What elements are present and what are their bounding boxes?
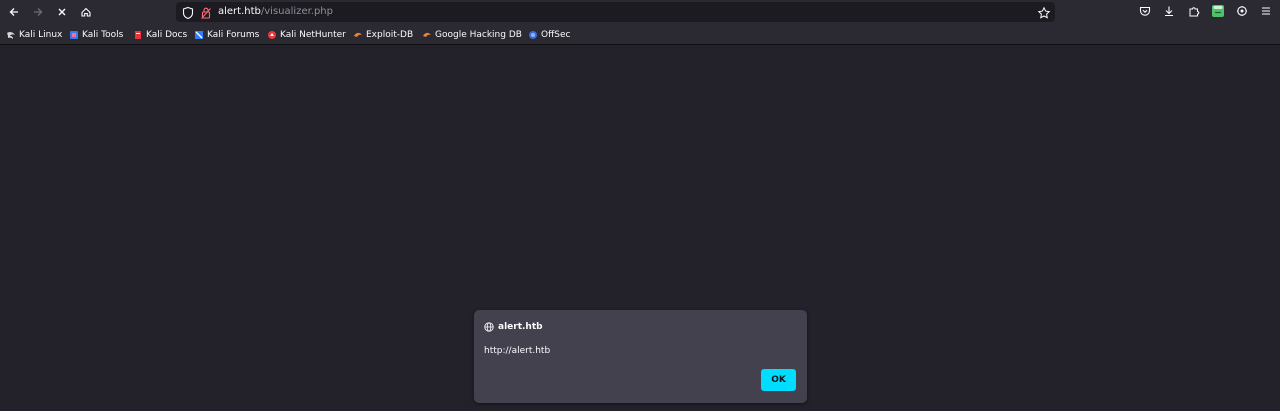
bookmark-kali-docs[interactable]: Kali Docs xyxy=(133,28,187,42)
bookmark-kali-tools[interactable]: Kali Tools xyxy=(69,28,123,42)
address-bar[interactable]: alert.htb/visualizer.php xyxy=(176,2,1055,22)
bookmark-kali-forums[interactable]: Kali Forums xyxy=(194,28,259,42)
kali-dragon-icon xyxy=(6,30,16,40)
exploit-db-icon xyxy=(353,30,363,40)
kali-tools-icon xyxy=(69,30,79,40)
forward-arrow-icon[interactable] xyxy=(29,3,47,21)
globe-icon xyxy=(484,321,494,332)
offsec-icon xyxy=(528,30,538,40)
browser-toolbar: alert.htb/visualizer.php xyxy=(0,0,1280,24)
extensions-puzzle-icon[interactable] xyxy=(1186,3,1202,19)
bookmark-label: Kali NetHunter xyxy=(280,30,346,40)
pocket-icon[interactable] xyxy=(1137,3,1153,19)
kali-forums-icon xyxy=(194,30,204,40)
bookmark-star-icon[interactable] xyxy=(1037,5,1051,24)
bookmark-label: Exploit-DB xyxy=(366,30,414,40)
bookmark-label: OffSec xyxy=(541,30,571,40)
tracking-protection-shield-icon[interactable] xyxy=(182,5,194,24)
settings-extension-icon[interactable] xyxy=(1234,3,1250,19)
bookmark-label: Kali Tools xyxy=(82,30,124,40)
dialog-title-text: alert.htb xyxy=(498,321,543,332)
bookmark-label: Google Hacking DB xyxy=(435,30,522,40)
url-host: alert.htb xyxy=(218,6,261,17)
dialog-title: alert.htb xyxy=(484,320,543,333)
bookmark-kali-nethunter[interactable]: Kali NetHunter xyxy=(267,28,346,42)
stop-loading-icon[interactable] xyxy=(53,3,71,21)
bookmark-label: Kali Linux xyxy=(19,30,63,40)
ok-button[interactable]: OK xyxy=(761,369,796,391)
url-path: /visualizer.php xyxy=(260,6,333,17)
bookmarks-toolbar: Kali Linux Kali Tools Kali Docs Kali For… xyxy=(0,24,1280,45)
bookmark-label: Kali Forums xyxy=(207,30,260,40)
alert-dialog: alert.htb http://alert.htb OK xyxy=(474,310,807,403)
bookmark-kali-linux[interactable]: Kali Linux xyxy=(6,28,62,42)
back-arrow-icon[interactable] xyxy=(5,3,23,21)
bookmark-exploit-db[interactable]: Exploit-DB xyxy=(353,28,413,42)
insecure-lock-icon[interactable] xyxy=(200,5,212,24)
ghdb-icon xyxy=(422,30,432,40)
profile-extension-icon[interactable] xyxy=(1210,3,1226,19)
dialog-message: http://alert.htb xyxy=(484,346,551,356)
bookmark-label: Kali Docs xyxy=(146,30,188,40)
hamburger-menu-icon[interactable] xyxy=(1258,3,1274,19)
url-text[interactable]: alert.htb/visualizer.php xyxy=(218,5,333,19)
bookmark-offsec[interactable]: OffSec xyxy=(528,28,570,42)
nethunter-icon xyxy=(267,30,277,40)
kali-docs-icon xyxy=(133,30,143,40)
downloads-icon[interactable] xyxy=(1161,3,1177,19)
bookmark-google-hacking-db[interactable]: Google Hacking DB xyxy=(422,28,522,42)
home-icon[interactable] xyxy=(77,3,95,21)
